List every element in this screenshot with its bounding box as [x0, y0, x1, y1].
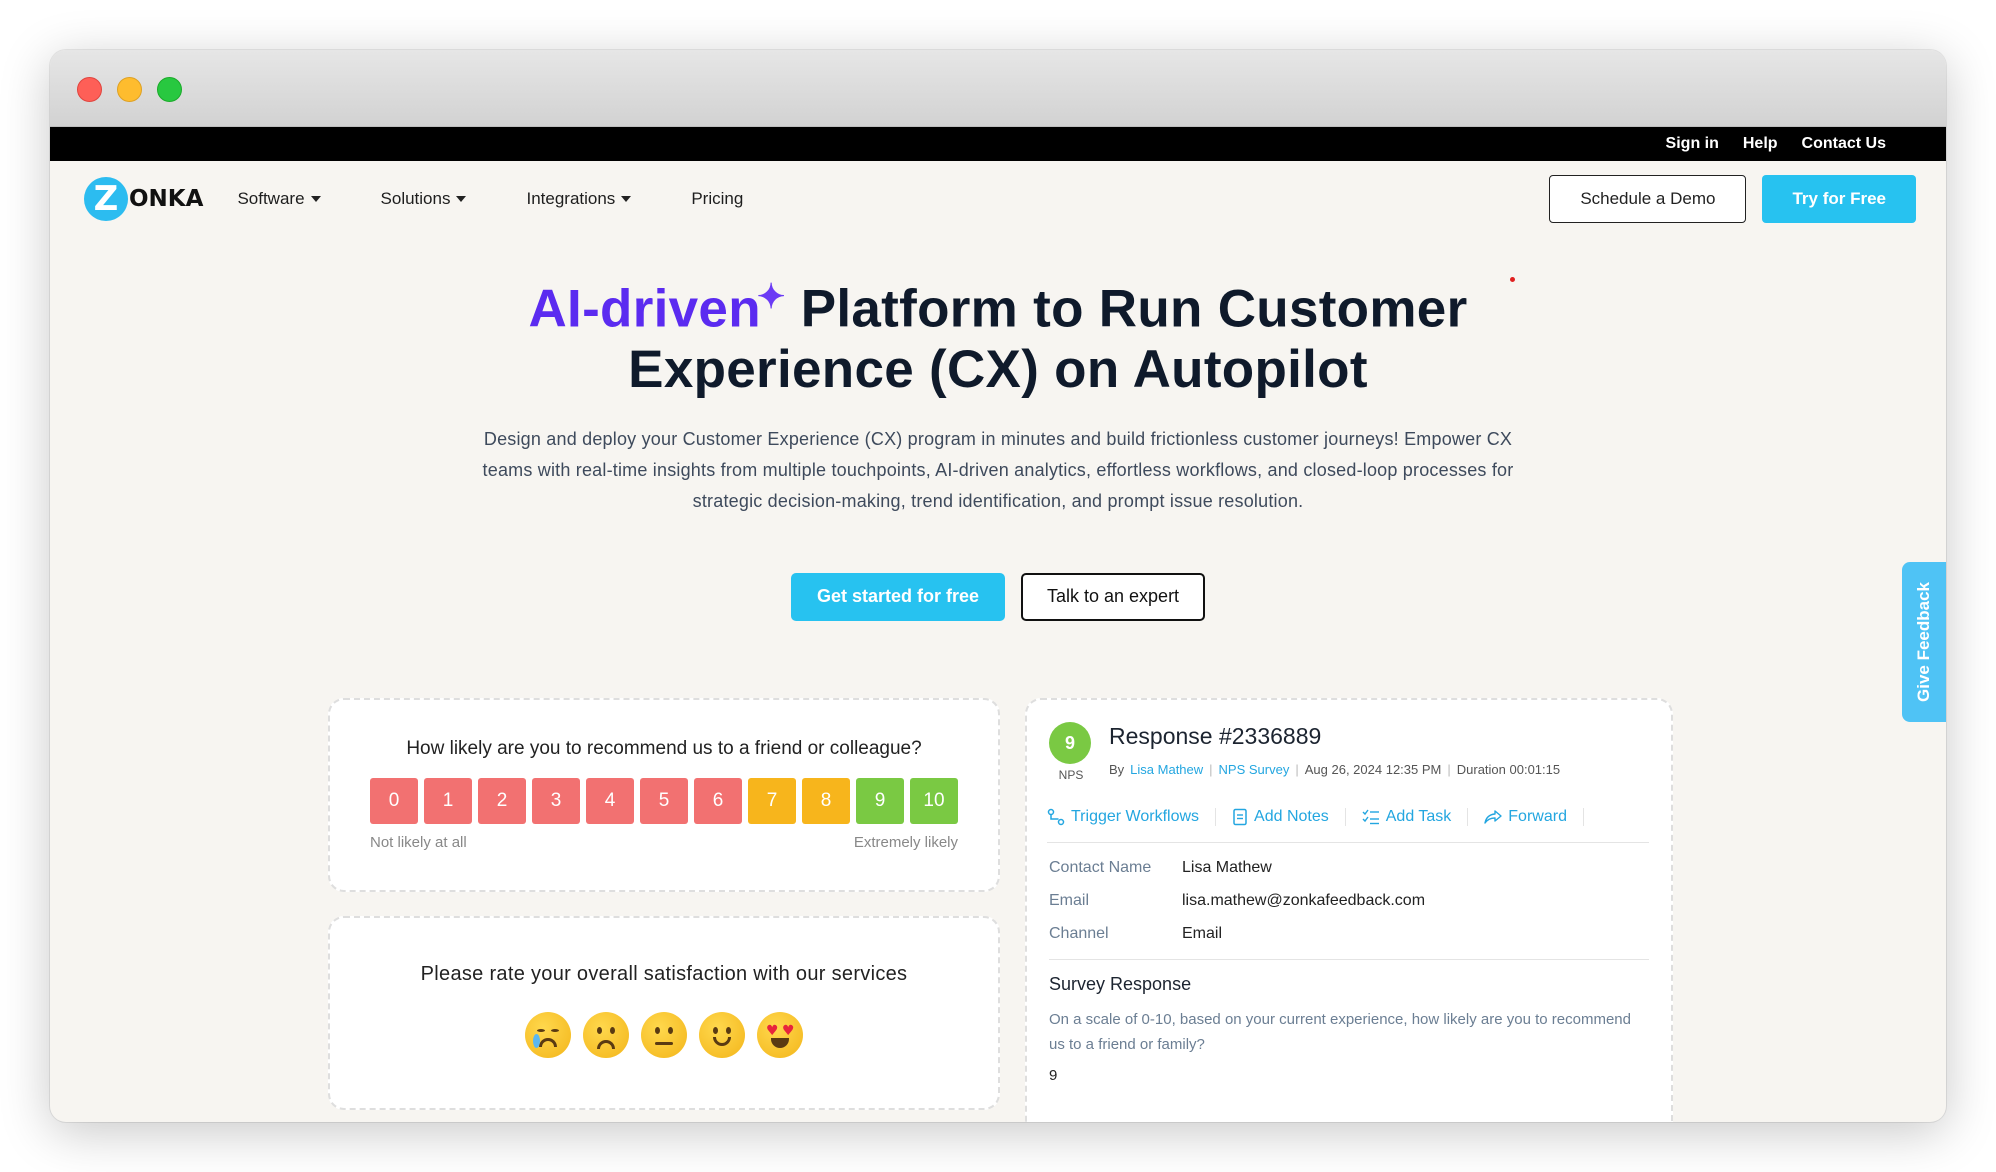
minimize-window-button[interactable] — [117, 77, 142, 102]
field-value: lisa.mathew@zonkafeedback.com — [1182, 892, 1426, 909]
decorative-dot — [1510, 277, 1515, 282]
emoji-rating-row: ♥ ♥ — [330, 1012, 998, 1058]
nps-option-5[interactable]: 5 — [640, 778, 688, 824]
forward-icon — [1484, 810, 1502, 824]
meta-date: Aug 26, 2024 12:35 PM — [1304, 762, 1442, 777]
crying-face-icon[interactable] — [525, 1012, 571, 1058]
heart-eyes-face-icon[interactable]: ♥ ♥ — [757, 1012, 803, 1058]
survey-response-section: Survey Response On a scale of 0-10, base… — [1049, 974, 1649, 1084]
field-row: Channel Email — [1049, 925, 1649, 943]
nav-software-label: Software — [237, 189, 305, 208]
forward-action[interactable]: Forward — [1468, 808, 1584, 826]
nav-pricing-label: Pricing — [691, 189, 744, 208]
response-detail-card: 9 NPS Response #2336889 By Lisa Mathew |… — [1025, 698, 1673, 1122]
zonka-logo[interactable]: Z ONKA — [84, 177, 203, 221]
nps-option-1[interactable]: 1 — [424, 778, 472, 824]
nav-pricing[interactable]: Pricing — [691, 189, 743, 209]
meta-by-label: By — [1109, 762, 1125, 777]
hero-section: AI-driven✦ Platform to Run Customer Expe… — [50, 267, 1946, 621]
field-key: Contact Name — [1049, 859, 1152, 876]
chevron-down-icon — [456, 196, 467, 202]
nps-option-4[interactable]: 4 — [586, 778, 634, 824]
headline-ai-word: AI-driven — [528, 279, 761, 339]
nps-question: How likely are you to recommend us to a … — [406, 738, 922, 759]
nps-option-7[interactable]: 7 — [748, 778, 796, 824]
field-key: Email — [1049, 892, 1090, 909]
help-link[interactable]: Help — [1743, 135, 1778, 153]
nps-option-10[interactable]: 10 — [910, 778, 958, 824]
add-task-label: Add Task — [1385, 808, 1452, 825]
smiling-face-icon[interactable] — [699, 1012, 745, 1058]
task-list-icon — [1362, 809, 1379, 825]
window-titlebar — [50, 50, 1946, 127]
nps-option-3[interactable]: 3 — [532, 778, 580, 824]
workflow-icon — [1047, 808, 1065, 826]
field-key: Channel — [1049, 925, 1109, 942]
contact-us-link[interactable]: Contact Us — [1802, 135, 1886, 153]
nav-integrations-label: Integrations — [526, 189, 616, 208]
add-task-action[interactable]: Add Task — [1346, 808, 1469, 826]
try-for-free-button[interactable]: Try for Free — [1762, 175, 1916, 223]
nps-high-label: Extremely likely — [853, 834, 958, 851]
meta-author-link[interactable]: Lisa Mathew — [1130, 762, 1203, 777]
note-icon — [1233, 808, 1247, 826]
neutral-face-icon[interactable] — [641, 1012, 687, 1058]
response-meta: By Lisa Mathew | NPS Survey | Aug 26, 20… — [1109, 762, 1561, 777]
csat-survey-card: Please rate your overall satisfaction wi… — [328, 916, 1000, 1110]
nps-scale: 0 1 2 3 4 5 6 7 8 9 10 — [330, 778, 998, 824]
nps-option-8[interactable]: 8 — [802, 778, 850, 824]
nps-low-label: Not likely at all — [370, 834, 467, 851]
logo-wordmark: ONKA — [129, 186, 204, 212]
chevron-down-icon — [621, 196, 632, 202]
sparkle-icon: ✦ — [756, 278, 786, 316]
response-title: Response #2336889 — [1109, 723, 1322, 749]
nav-software[interactable]: Software — [237, 189, 321, 209]
trigger-workflows-action[interactable]: Trigger Workflows — [1047, 808, 1217, 826]
nps-option-6[interactable]: 6 — [694, 778, 742, 824]
add-notes-label: Add Notes — [1254, 808, 1329, 825]
give-feedback-tab[interactable]: Give Feedback — [1902, 562, 1946, 722]
logo-mark: Z — [84, 177, 128, 221]
field-row: Email lisa.mathew@zonkafeedback.com — [1049, 892, 1649, 910]
top-utility-bar: Sign in Help Contact Us — [50, 127, 1946, 161]
sign-in-link[interactable]: Sign in — [1666, 135, 1719, 153]
field-value: Lisa Mathew — [1182, 859, 1272, 876]
headline-part-1: Platform to Run Customer — [785, 279, 1468, 339]
main-navigation: Z ONKA Software Solutions Integrations P… — [50, 161, 1946, 237]
maximize-window-button[interactable] — [157, 77, 182, 102]
chevron-down-icon — [310, 196, 321, 202]
field-value: Email — [1182, 925, 1223, 942]
nps-score-label: NPS — [1058, 768, 1084, 782]
trigger-workflows-label: Trigger Workflows — [1071, 808, 1200, 825]
nav-solutions[interactable]: Solutions — [381, 189, 467, 209]
give-feedback-label: Give Feedback — [1914, 581, 1933, 703]
browser-window: Sign in Help Contact Us Z ONKA Software … — [50, 50, 1946, 1122]
talk-to-expert-button[interactable]: Talk to an expert — [1020, 572, 1206, 621]
meta-duration: Duration 00:01:15 — [1456, 762, 1561, 777]
schedule-demo-button[interactable]: Schedule a Demo — [1549, 175, 1747, 223]
add-notes-action[interactable]: Add Notes — [1216, 808, 1346, 826]
survey-response-heading: Survey Response — [1049, 974, 1192, 994]
hero-headline: AI-driven✦ Platform to Run Customer Expe… — [50, 267, 1946, 400]
survey-answer: 9 — [1049, 1067, 1058, 1084]
nps-survey-card: How likely are you to recommend us to a … — [328, 698, 1000, 892]
hero-subtext: Design and deploy your Customer Experien… — [482, 428, 1514, 511]
meta-survey-link[interactable]: NPS Survey — [1219, 762, 1290, 777]
headline-part-2: Experience (CX) on Autopilot — [628, 339, 1368, 399]
nav-solutions-label: Solutions — [380, 189, 451, 208]
close-window-button[interactable] — [77, 77, 102, 102]
nps-score-badge: 9 — [1049, 722, 1091, 764]
frowning-face-icon[interactable] — [583, 1012, 629, 1058]
field-row: Contact Name Lisa Mathew — [1049, 859, 1649, 877]
nps-option-2[interactable]: 2 — [478, 778, 526, 824]
nps-option-9[interactable]: 9 — [856, 778, 904, 824]
response-actions: Trigger Workflows Add Notes Add Task For… — [1047, 808, 1649, 843]
survey-question: On a scale of 0-10, based on your curren… — [1049, 1011, 1631, 1053]
nps-option-0[interactable]: 0 — [370, 778, 418, 824]
get-started-button[interactable]: Get started for free — [790, 572, 1005, 621]
csat-question: Please rate your overall satisfaction wi… — [420, 963, 908, 985]
forward-label: Forward — [1508, 808, 1567, 825]
contact-fields: Contact Name Lisa Mathew Email lisa.mathew… — [1049, 843, 1649, 960]
nav-integrations[interactable]: Integrations — [526, 189, 632, 209]
